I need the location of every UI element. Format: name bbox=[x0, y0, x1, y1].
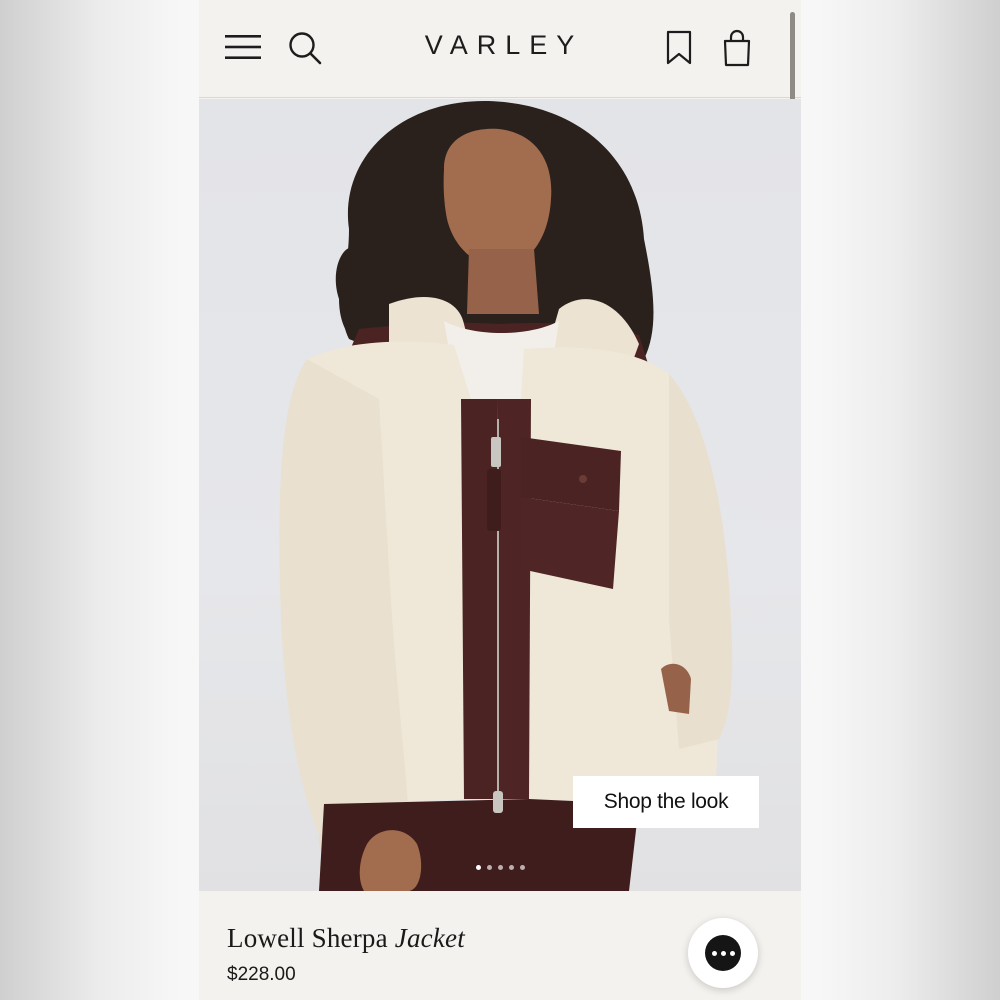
product-price: $228.00 bbox=[227, 964, 296, 985]
chat-icon bbox=[705, 935, 741, 971]
product-title-italic: Jacket bbox=[394, 923, 465, 953]
hero-image[interactable]: Shop the look bbox=[199, 99, 801, 891]
site-header: VARLEY bbox=[199, 0, 801, 98]
carousel-dot-1[interactable] bbox=[475, 865, 481, 870]
carousel-dot-3[interactable] bbox=[497, 865, 503, 870]
bookmark-icon[interactable] bbox=[665, 30, 693, 66]
product-title-prefix: Lowell Sherpa bbox=[227, 923, 395, 953]
brand-logo[interactable]: VARLEY bbox=[199, 30, 801, 61]
shop-the-look-button[interactable]: Shop the look bbox=[573, 776, 759, 828]
model-photo bbox=[279, 100, 733, 891]
carousel-dot-4[interactable] bbox=[508, 865, 514, 870]
chat-button[interactable] bbox=[688, 918, 758, 988]
product-title[interactable]: Lowell Sherpa Jacket bbox=[227, 923, 465, 954]
product-info: Lowell Sherpa Jacket $228.00 bbox=[199, 891, 801, 1000]
bag-icon[interactable] bbox=[722, 28, 752, 68]
phone-screen: VARLEY Shop the look Lowell Sherpa Jacke… bbox=[199, 0, 801, 1000]
carousel-dot-2[interactable] bbox=[486, 865, 492, 870]
carousel-dot-5[interactable] bbox=[519, 865, 525, 870]
carousel-dots bbox=[199, 865, 801, 870]
